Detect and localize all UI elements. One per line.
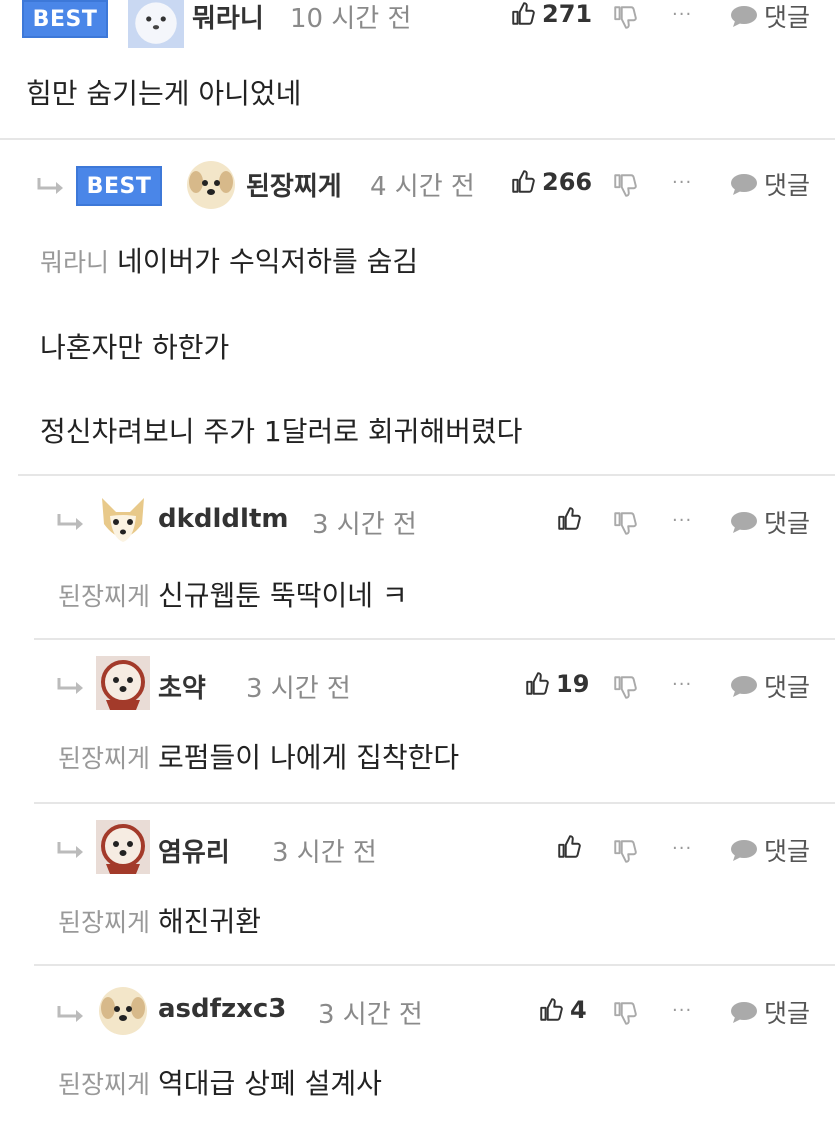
comment-text-line: 로펌들이 나에게 집착한다 [158, 741, 460, 774]
mention-link[interactable]: 된장찌게 [58, 744, 150, 773]
comment-item: 초약 3 시간 전 19 ··· 댓글 된장찌게 로펌들이 나에게 집착한다 [0, 640, 835, 802]
thumbs-up-icon [540, 998, 563, 1021]
mention-link[interactable]: 된장찌게 [58, 1070, 150, 1099]
comment-text-line: 정신차려보니 주가 1달러로 회귀해버렸다 [40, 415, 523, 448]
avatar[interactable] [96, 984, 150, 1038]
thumbs-down-icon[interactable] [612, 838, 638, 864]
comment-item: BEST 된장찌게 4 시간 전 266 ··· 댓글 뭐라니 네이버가 수익저하… [0, 140, 835, 475]
like-count: 19 [556, 670, 590, 698]
speech-bubble-icon [731, 512, 757, 533]
speech-bubble-icon [731, 840, 757, 861]
reply-button[interactable]: 댓글 [730, 504, 810, 540]
comment-item: 염유리 3 시간 전 ··· 댓글 된장찌게 해진귀환 [0, 804, 835, 964]
best-badge: BEST [22, 0, 108, 38]
thumbs-up-icon [512, 2, 535, 25]
author-name[interactable]: asdfzxc3 [158, 994, 286, 1024]
timestamp: 3 시간 전 [318, 1000, 423, 1030]
like-count: 4 [570, 996, 587, 1024]
reply-label: 댓글 [764, 3, 811, 32]
comment-item: BEST 뭐라니 10 시간 전 271 ··· 댓글 힘만 숨기는게 아니었네 [0, 0, 835, 140]
more-options-button[interactable]: ··· [672, 838, 692, 859]
like-button[interactable] [556, 506, 588, 532]
timestamp: 3 시간 전 [246, 674, 351, 704]
reply-button[interactable]: 댓글 [730, 0, 810, 34]
comment-text: 된장찌게 신규웹툰 뚝딱이네 ㅋ [58, 574, 408, 614]
author-name[interactable]: 염유리 [158, 832, 230, 869]
comment-text: 된장찌게 역대급 상폐 설계사 [58, 1062, 382, 1102]
thumbs-down-icon[interactable] [612, 510, 638, 536]
author-name[interactable]: 초약 [158, 668, 206, 705]
speech-bubble-icon [731, 676, 757, 697]
avatar[interactable] [128, 0, 184, 48]
avatar[interactable] [96, 820, 150, 874]
timestamp: 4 시간 전 [370, 172, 475, 202]
thumbs-up-icon [558, 507, 581, 530]
like-button[interactable]: 19 [524, 670, 589, 698]
avatar[interactable] [96, 656, 150, 710]
reply-button[interactable]: 댓글 [730, 668, 810, 704]
reply-arrow-icon [57, 842, 83, 858]
avatar[interactable] [184, 158, 238, 212]
comment-item: dkdldltm 3 시간 전 ··· 댓글 된장찌게 신규웹툰 뚝딱이네 ㅋ [0, 476, 835, 638]
reply-arrow-icon [37, 178, 63, 194]
reply-arrow-icon [57, 678, 83, 694]
thumbs-up-icon [526, 672, 549, 695]
like-button[interactable]: 4 [538, 996, 587, 1024]
avatar[interactable] [96, 494, 150, 548]
reply-label: 댓글 [764, 171, 811, 200]
comment-text: 된장찌게 해진귀환 [58, 900, 261, 940]
reply-label: 댓글 [764, 673, 811, 702]
more-options-button[interactable]: ··· [672, 4, 692, 25]
comment-text-line: 역대급 상폐 설계사 [158, 1067, 382, 1100]
like-count: 266 [542, 168, 593, 196]
more-options-button[interactable]: ··· [672, 1000, 692, 1021]
timestamp: 10 시간 전 [290, 4, 412, 34]
timestamp: 3 시간 전 [312, 510, 417, 540]
speech-bubble-icon [731, 6, 757, 27]
thumbs-down-icon[interactable] [612, 1000, 638, 1026]
comment-text: 뭐라니 네이버가 수익저하를 숨김 [40, 240, 418, 280]
best-badge: BEST [76, 166, 162, 206]
mention-link[interactable]: 뭐라니 [40, 248, 109, 277]
reply-button[interactable]: 댓글 [730, 832, 810, 868]
speech-bubble-icon [731, 1002, 757, 1023]
comment-text-line: 나혼자만 하한가 [40, 331, 230, 364]
thumbs-down-icon[interactable] [612, 4, 638, 30]
author-name[interactable]: 뭐라니 [192, 0, 264, 35]
mention-link[interactable]: 된장찌게 [58, 908, 150, 937]
thumbs-up-icon [512, 170, 535, 193]
comment-text-line: 해진귀환 [158, 905, 262, 938]
reply-label: 댓글 [764, 837, 811, 866]
like-count: 271 [542, 0, 593, 28]
reply-button[interactable]: 댓글 [730, 166, 810, 202]
more-options-button[interactable]: ··· [672, 510, 692, 531]
thumbs-down-icon[interactable] [612, 674, 638, 700]
reply-label: 댓글 [764, 999, 811, 1028]
comment-item: asdfzxc3 3 시간 전 4 ··· 댓글 된장찌게 역대급 상폐 설계사 [0, 966, 835, 1124]
thumbs-down-icon[interactable] [612, 172, 638, 198]
reply-button[interactable]: 댓글 [730, 994, 810, 1030]
like-button[interactable]: 266 [510, 168, 592, 196]
like-button[interactable]: 271 [510, 0, 592, 28]
speech-bubble-icon [731, 174, 757, 195]
comment-text: 힘만 숨기는게 아니었네 [26, 77, 302, 110]
mention-link[interactable]: 된장찌게 [58, 582, 150, 611]
thumbs-up-icon [558, 835, 581, 858]
reply-arrow-icon [57, 514, 83, 530]
reply-label: 댓글 [764, 509, 811, 538]
like-button[interactable] [556, 834, 588, 860]
comment-text: 된장찌게 로펌들이 나에게 집착한다 [58, 736, 459, 776]
comment-text-line: 신규웹툰 뚝딱이네 ㅋ [158, 579, 408, 612]
more-options-button[interactable]: ··· [672, 674, 692, 695]
reply-arrow-icon [57, 1006, 83, 1022]
author-name[interactable]: 된장찌게 [246, 166, 342, 203]
timestamp: 3 시간 전 [272, 838, 377, 868]
more-options-button[interactable]: ··· [672, 172, 692, 193]
author-name[interactable]: dkdldltm [158, 504, 288, 534]
comment-text-line: 네이버가 수익저하를 숨김 [117, 245, 419, 278]
